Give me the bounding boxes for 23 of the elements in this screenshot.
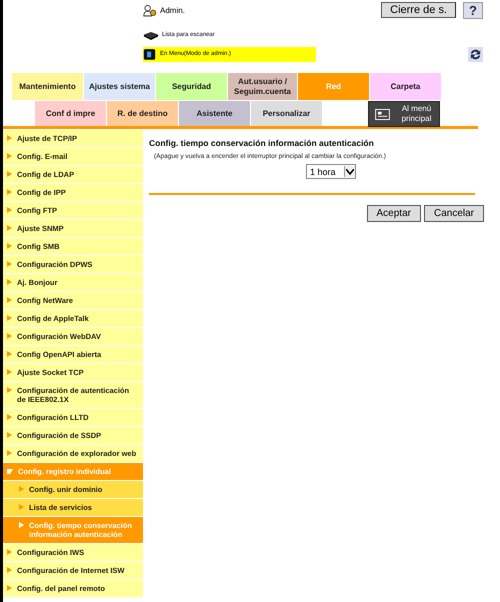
action-button[interactable]: Cancelar bbox=[424, 205, 484, 222]
main-menu-button[interactable]: Al menú principal bbox=[368, 101, 440, 127]
menu-tab[interactable]: Mantenimiento bbox=[12, 73, 84, 100]
screen-icon bbox=[375, 108, 390, 120]
logout-button[interactable]: Cierre de s. bbox=[381, 2, 456, 18]
printer-icon bbox=[143, 47, 156, 61]
menu-tab[interactable]: Seguridad bbox=[156, 73, 228, 100]
action-button[interactable]: Aceptar bbox=[366, 205, 421, 222]
user-name: Admin. bbox=[160, 6, 185, 14]
menu-tab[interactable]: Asistente bbox=[179, 101, 251, 126]
help-button[interactable]: ? bbox=[463, 2, 483, 18]
menu-tab[interactable]: Carpeta bbox=[370, 73, 442, 100]
menu-tab[interactable]: R. de destino bbox=[107, 101, 179, 126]
page-title: Config. tiempo conservación información autenticación bbox=[149, 138, 375, 148]
menu-tab[interactable]: Personalizar bbox=[251, 101, 323, 126]
chevron-down-icon bbox=[346, 168, 354, 174]
users-icon bbox=[143, 4, 157, 16]
duration-dropdown[interactable]: 1 hora bbox=[306, 164, 356, 179]
refresh-icon[interactable] bbox=[468, 46, 483, 62]
menu-tab[interactable]: Aut.usuario / Seguim.cuenta bbox=[228, 73, 298, 100]
scanner-icon bbox=[143, 30, 159, 40]
menu-tab[interactable]: Ajustes sistema bbox=[84, 73, 156, 100]
menu-tab[interactable]: Conf d impre bbox=[35, 101, 107, 126]
